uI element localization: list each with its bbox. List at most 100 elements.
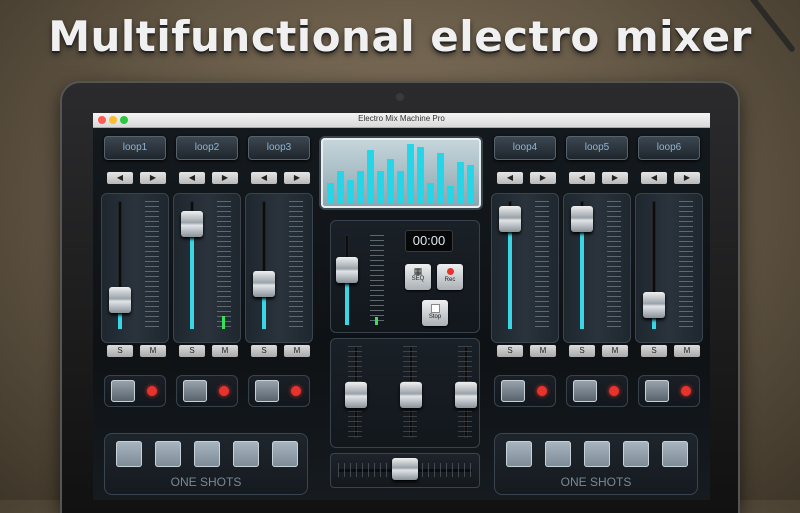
one-shot-pad[interactable] xyxy=(662,441,688,467)
channel-fader[interactable] xyxy=(181,211,203,237)
spectrum-bar xyxy=(417,147,424,204)
play-pause-button[interactable] xyxy=(573,380,597,402)
spectrum-bar xyxy=(377,171,384,204)
spectrum-bar xyxy=(437,153,444,204)
channel-strip xyxy=(245,193,313,343)
fx-fader[interactable] xyxy=(400,382,422,408)
stop-icon xyxy=(431,305,439,312)
spectrum-bar xyxy=(357,171,364,204)
solo-button[interactable]: S xyxy=(497,345,523,357)
loop-button[interactable]: loop3 xyxy=(248,136,310,160)
play-pause-button[interactable] xyxy=(255,380,279,402)
spectrum-bar xyxy=(447,186,454,204)
play-pause-button[interactable] xyxy=(183,380,207,402)
channel-fader[interactable] xyxy=(109,287,131,313)
mute-button[interactable]: M xyxy=(140,345,166,357)
one-shots-label: ONE SHOTS xyxy=(170,475,242,489)
stop-button[interactable]: Stop xyxy=(422,300,448,326)
prev-arrow-button[interactable]: ◀ xyxy=(107,172,133,184)
next-arrow-button[interactable]: ▶ xyxy=(602,172,628,184)
solo-button[interactable]: S xyxy=(179,345,205,357)
next-arrow-button[interactable]: ▶ xyxy=(674,172,700,184)
spectrum-bar xyxy=(387,159,394,204)
one-shot-pad[interactable] xyxy=(233,441,259,467)
next-arrow-button[interactable]: ▶ xyxy=(284,172,310,184)
loop-button[interactable]: loop5 xyxy=(566,136,628,160)
one-shot-pad[interactable] xyxy=(272,441,298,467)
one-shot-pad[interactable] xyxy=(116,441,142,467)
rec-led-icon xyxy=(537,386,547,396)
channel-fader[interactable] xyxy=(643,292,665,318)
channel-strip xyxy=(101,193,169,343)
loop-button[interactable]: loop2 xyxy=(176,136,238,160)
rec-led-icon xyxy=(147,386,157,396)
prev-arrow-button[interactable]: ◀ xyxy=(179,172,205,184)
level-meter xyxy=(289,201,303,329)
level-meter xyxy=(217,201,231,329)
level-meter xyxy=(535,201,549,329)
next-arrow-button[interactable]: ▶ xyxy=(530,172,556,184)
level-meter xyxy=(607,201,621,329)
stop-label: Stop xyxy=(428,314,442,320)
mute-button[interactable]: M xyxy=(674,345,700,357)
fader-fill xyxy=(580,232,584,329)
rec-button[interactable]: Rec xyxy=(437,264,463,290)
fader-fill xyxy=(262,297,266,329)
next-arrow-button[interactable]: ▶ xyxy=(212,172,238,184)
crossfader-knob[interactable] xyxy=(392,458,418,480)
prev-arrow-button[interactable]: ◀ xyxy=(641,172,667,184)
camera-icon xyxy=(396,93,404,101)
mute-button[interactable]: M xyxy=(284,345,310,357)
one-shot-pad[interactable] xyxy=(194,441,220,467)
title-bar: Electro Mix Machine Pro xyxy=(93,113,710,128)
next-arrow-button[interactable]: ▶ xyxy=(140,172,166,184)
headline: Multifunctional electro mixer xyxy=(48,12,752,61)
seq-button[interactable]: ▦ SEQ xyxy=(405,264,431,290)
solo-button[interactable]: S xyxy=(107,345,133,357)
timer-display: 00:00 xyxy=(405,230,453,252)
spectrum-bar xyxy=(407,144,414,204)
mute-button[interactable]: M xyxy=(530,345,556,357)
play-pause-button[interactable] xyxy=(645,380,669,402)
channel-fader[interactable] xyxy=(499,206,521,232)
prev-arrow-button[interactable]: ◀ xyxy=(251,172,277,184)
solo-button[interactable]: S xyxy=(251,345,277,357)
one-shot-pad[interactable] xyxy=(155,441,181,467)
fader-fill xyxy=(508,232,512,329)
record-icon xyxy=(446,268,454,275)
channel-strip xyxy=(173,193,241,343)
solo-button[interactable]: S xyxy=(641,345,667,357)
one-shot-pad[interactable] xyxy=(545,441,571,467)
one-shot-pad[interactable] xyxy=(584,441,610,467)
loop-button[interactable]: loop6 xyxy=(638,136,700,160)
fx-fader[interactable] xyxy=(345,382,367,408)
loop-button[interactable]: loop1 xyxy=(104,136,166,160)
spectrum-bar xyxy=(367,150,374,204)
level-meter xyxy=(145,201,159,329)
play-pause-button[interactable] xyxy=(111,380,135,402)
rec-label: Rec xyxy=(444,277,456,283)
prev-arrow-button[interactable]: ◀ xyxy=(497,172,523,184)
play-pause-button[interactable] xyxy=(501,380,525,402)
meter-level xyxy=(222,316,225,329)
master-fill xyxy=(345,283,349,325)
spectrum-bar xyxy=(327,183,334,204)
one-shot-pad[interactable] xyxy=(506,441,532,467)
channel-fader[interactable] xyxy=(253,271,275,297)
master-section: 00:00 ▦ SEQ Rec Stop xyxy=(330,220,480,333)
mute-button[interactable]: M xyxy=(212,345,238,357)
one-shot-pad[interactable] xyxy=(623,441,649,467)
window-title: Electro Mix Machine Pro xyxy=(358,114,445,123)
rec-led-icon xyxy=(219,386,229,396)
channel-strip xyxy=(491,193,559,343)
fader-fill xyxy=(118,313,122,329)
mute-button[interactable]: M xyxy=(602,345,628,357)
channel-fader[interactable] xyxy=(571,206,593,232)
loop-button[interactable]: loop4 xyxy=(494,136,556,160)
fx-fader[interactable] xyxy=(455,382,477,408)
prev-arrow-button[interactable]: ◀ xyxy=(569,172,595,184)
master-fader[interactable] xyxy=(336,257,358,283)
one-shots-label: ONE SHOTS xyxy=(560,475,632,489)
solo-button[interactable]: S xyxy=(569,345,595,357)
rec-led-icon xyxy=(291,386,301,396)
